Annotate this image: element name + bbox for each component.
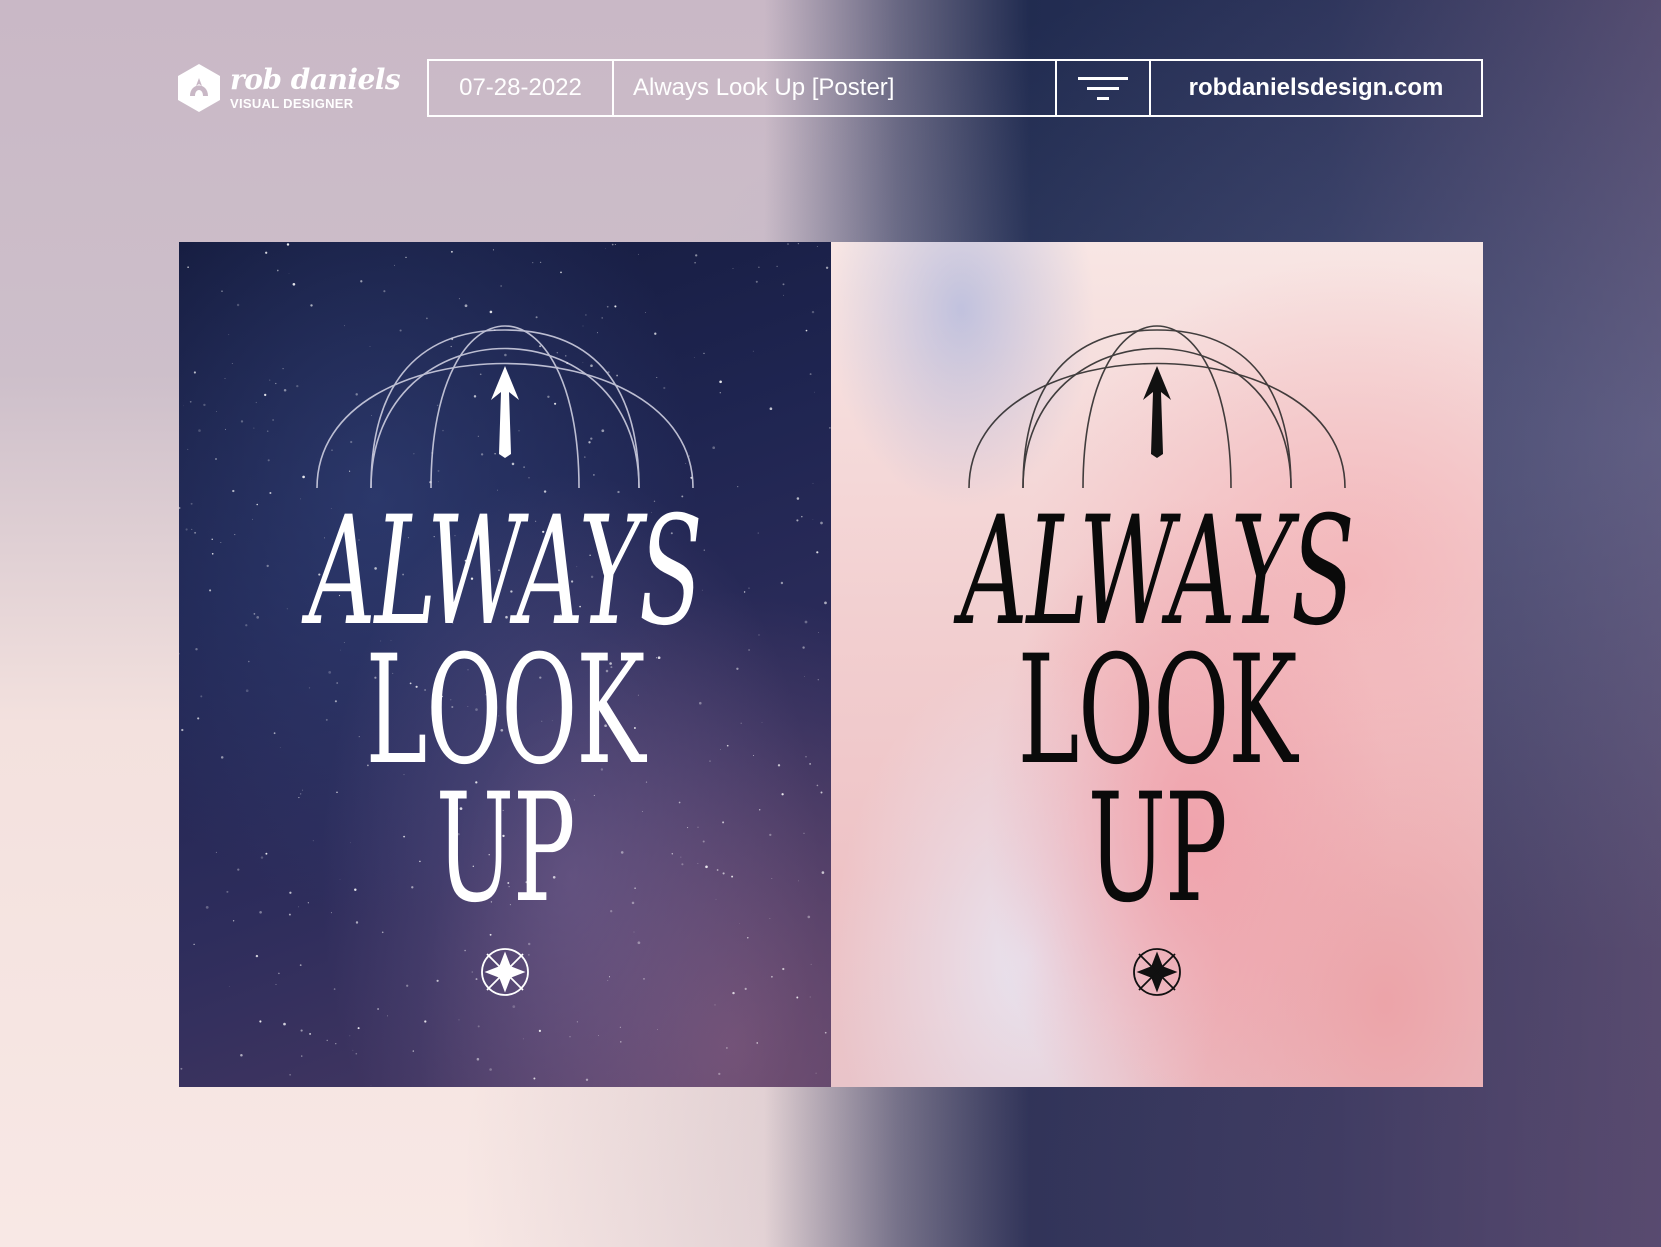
- header-bar: 07-28-2022 Always Look Up [Poster] robda…: [427, 59, 1483, 117]
- poster-pink-clouds: ALWAYS LOOK UP: [831, 242, 1483, 1087]
- arrow-up-icon: [491, 366, 519, 458]
- brand-subtitle: VISUAL DESIGNER: [230, 95, 354, 111]
- date-label: 07-28-2022: [429, 61, 614, 115]
- brand-logo[interactable]: rob daniels VISUAL DESIGNER: [176, 62, 401, 114]
- brand-name: rob daniels: [230, 62, 401, 96]
- poster-word-up: UP: [1087, 762, 1228, 936]
- filter-icon: [1078, 77, 1128, 100]
- website-link[interactable]: robdanielsdesign.com: [1151, 61, 1481, 115]
- arrow-up-icon: [1143, 366, 1171, 458]
- compass-emblem-icon: [1133, 948, 1181, 996]
- poster-night-sky: ALWAYS LOOK UP: [179, 242, 831, 1087]
- filter-button[interactable]: [1057, 61, 1151, 115]
- hexagon-logo-icon: [178, 64, 220, 112]
- project-title: Always Look Up [Poster]: [614, 61, 1057, 115]
- compass-emblem-icon: [481, 948, 529, 996]
- poster-word-up: UP: [435, 762, 576, 936]
